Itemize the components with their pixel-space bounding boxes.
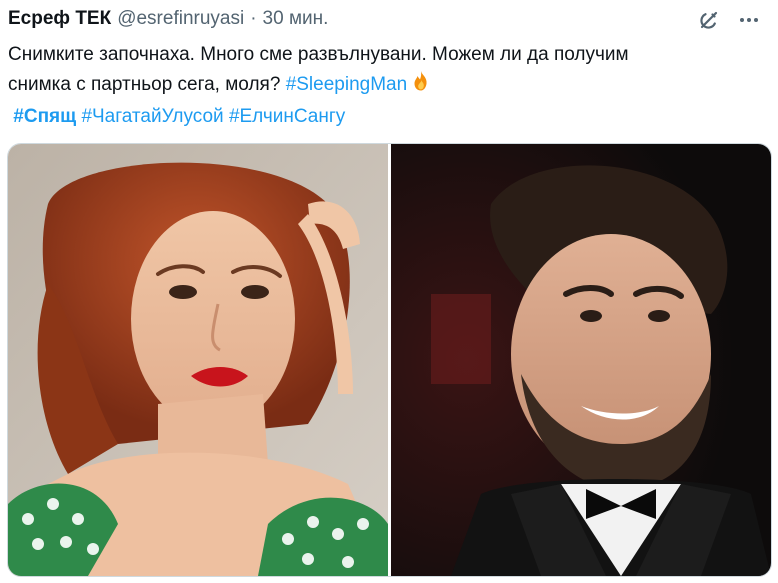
hashtag-chagatay[interactable]: #ЧагатайУлусой <box>81 106 223 127</box>
hashtag-spyasht[interactable]: #Спящ <box>13 106 76 127</box>
tweet-text-line-3: #Спящ #ЧагатайУлусой #ЕлчинСангу <box>8 102 768 131</box>
more-options-icon[interactable] <box>736 7 762 33</box>
user-handle[interactable]: @esrefinruyasi <box>117 8 244 30</box>
grok-icon[interactable] <box>696 7 722 33</box>
hashtag-elchin[interactable]: #ЕлчинСангу <box>229 106 345 127</box>
separator-dot: · <box>250 8 257 29</box>
tweet-media <box>7 143 772 577</box>
timestamp[interactable]: 30 мин. <box>263 8 329 30</box>
fire-emoji-icon <box>409 69 433 102</box>
tweet-actions <box>696 6 762 34</box>
display-name[interactable]: Есреф ТЕК <box>8 8 111 30</box>
tweet[interactable]: Есреф ТЕК @esrefinruyasi · 30 мин. Снимк… <box>0 0 778 583</box>
photo-man-portrait[interactable] <box>391 144 771 576</box>
tweet-header: Есреф ТЕК @esrefinruyasi · 30 мин. <box>8 6 328 32</box>
hashtag-sleepingman[interactable]: #SleepingMan <box>286 74 407 95</box>
photo-woman-portrait[interactable] <box>8 144 388 576</box>
tweet-text-line-2-text: снимка с партньор сега, моля? <box>8 74 281 95</box>
tweet-text-line-1: Снимките започнаха. Много сме развълнува… <box>8 44 629 65</box>
tweet-text: Снимките започнаха. Много сме развълнува… <box>8 40 768 131</box>
tweet-text-line-2: снимка с партньор сега, моля? #SleepingM… <box>8 69 768 102</box>
